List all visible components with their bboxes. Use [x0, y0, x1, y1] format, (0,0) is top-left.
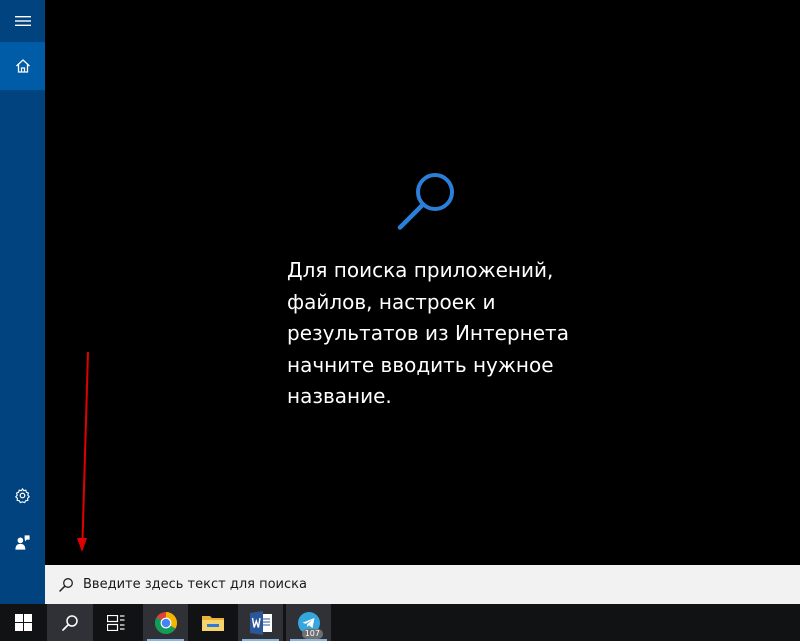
search-input[interactable]: [83, 577, 733, 592]
search-home-panel: Для поиска приложений, файлов, настроек …: [45, 0, 800, 565]
windows-logo-icon: [15, 614, 32, 631]
taskbar: 107: [0, 604, 800, 641]
search-hint-text: Для поиска приложений, файлов, настроек …: [287, 255, 617, 413]
folder-icon: [202, 615, 224, 631]
start-button[interactable]: [0, 604, 47, 641]
settings-button[interactable]: [0, 476, 45, 514]
task-view-icon: [107, 614, 125, 631]
home-icon: [15, 59, 30, 73]
menu-button[interactable]: [0, 0, 45, 42]
taskbar-chrome[interactable]: [143, 604, 188, 641]
search-box[interactable]: [45, 565, 800, 604]
gear-icon: [15, 487, 30, 503]
notification-badge: 107: [301, 629, 323, 639]
search-icon: [62, 614, 78, 631]
hint-line: начните вводить нужное: [287, 352, 554, 377]
search-icon: [397, 173, 454, 230]
word-icon: [249, 610, 272, 635]
hamburger-menu-icon: [14, 16, 31, 26]
hint-line: название.: [287, 384, 392, 408]
hint-line: результатов из Интернета: [287, 321, 569, 345]
hint-line: файлов, настроек и: [287, 289, 496, 314]
cortana-sidebar: [0, 0, 45, 604]
taskbar-file-explorer[interactable]: [190, 604, 236, 641]
taskbar-search-button[interactable]: [47, 604, 93, 641]
taskbar-telegram[interactable]: 107: [286, 604, 331, 641]
search-icon: [56, 575, 76, 595]
feedback-person-icon: [15, 534, 30, 550]
feedback-button[interactable]: [0, 524, 45, 560]
taskbar-word[interactable]: [238, 604, 283, 641]
chrome-icon: [154, 611, 177, 634]
hint-line: Для поиска приложений,: [287, 258, 554, 282]
task-view-button[interactable]: [93, 604, 139, 641]
home-button[interactable]: [0, 42, 45, 90]
